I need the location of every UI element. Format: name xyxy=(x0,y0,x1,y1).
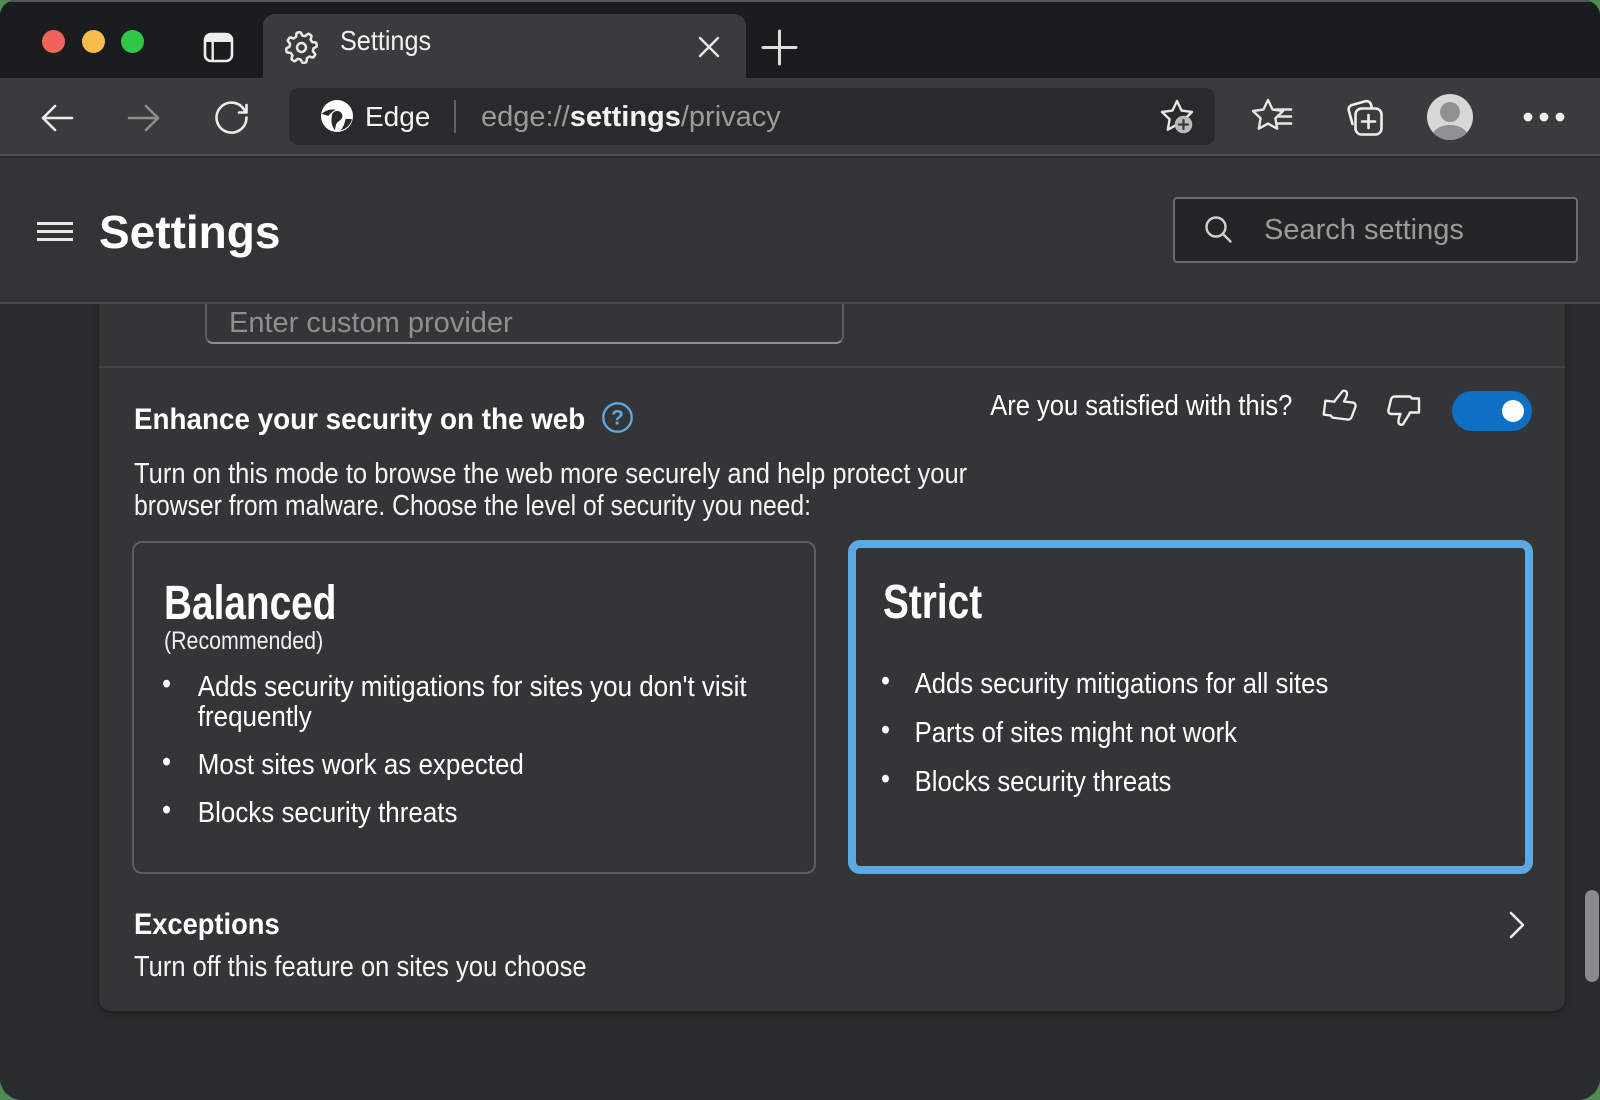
svg-text:?: ? xyxy=(611,407,624,430)
